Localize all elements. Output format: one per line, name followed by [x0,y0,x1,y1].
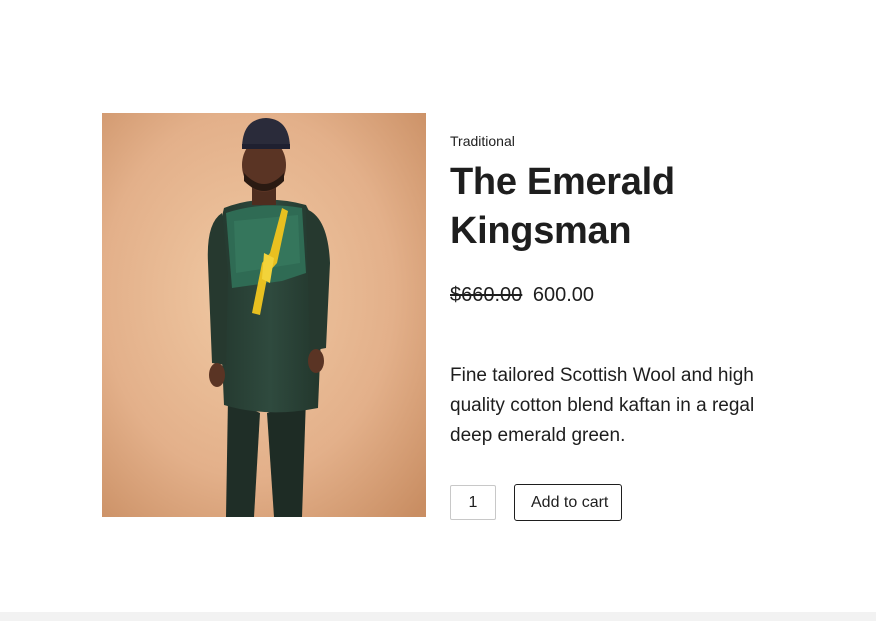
product-image[interactable] [102,113,426,517]
product-title-line2: Kingsman [450,210,632,252]
footer-divider [0,612,876,621]
product-price: $660.00 600.00 [450,282,830,308]
product-title-line1: The Emerald [450,161,675,203]
product-page: Traditional The Emerald Kingsman $660.00… [0,0,876,621]
product-category-link[interactable]: Traditional [450,132,830,150]
product-photo-illustration [102,113,426,517]
product-title: The Emerald Kingsman [450,158,830,256]
product-description: Fine tailored Scottish Wool and high qua… [450,365,755,446]
add-to-cart-form: Add to cart [450,484,830,521]
original-price: $660.00 [450,284,523,306]
sale-price: 600.00 [532,284,595,306]
quantity-input[interactable] [450,485,496,520]
add-to-cart-button[interactable]: Add to cart [514,484,623,521]
product-summary: Traditional The Emerald Kingsman $660.00… [450,132,830,521]
